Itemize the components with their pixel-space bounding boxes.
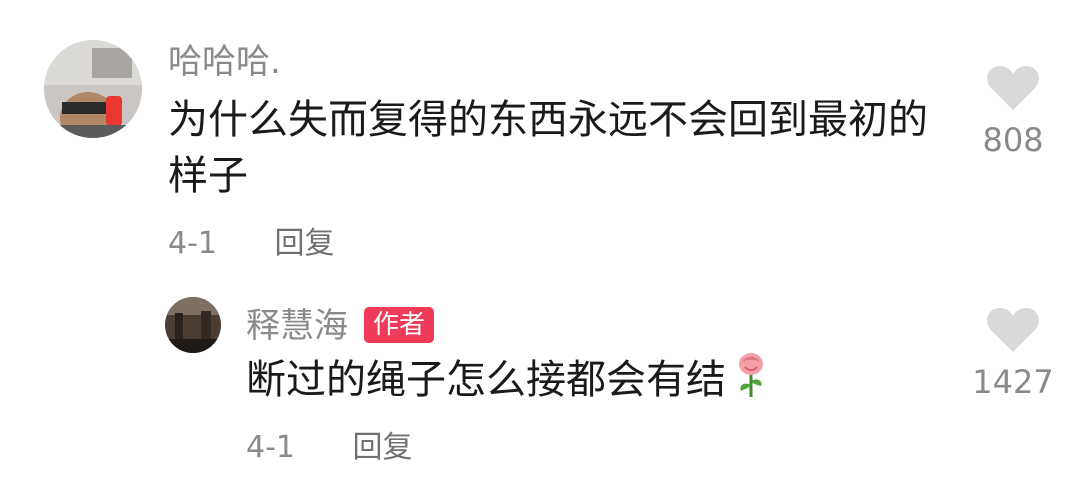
reply-username: 释慧海 作者 (246, 306, 435, 346)
like-control: 808 (958, 64, 1068, 158)
reply-meta: 4-1 回复 (246, 430, 413, 466)
reply-text: 断过的绳子怎么接都会有结 (246, 352, 946, 414)
reply-item: 释慧海 作者 断过的绳子怎么接都会有结 4-1 回复 1427 (0, 270, 1080, 502)
reply-username-text[interactable]: 释慧海 (246, 306, 348, 346)
comment-text: 为什么失而复得的东西永远不会回到最初的样子 (168, 97, 928, 199)
rose-icon (732, 353, 770, 414)
user-photo-avatar-icon (165, 297, 221, 353)
comment-item: 哈哈哈. 为什么失而复得的东西永远不会回到最初的样子 4-1 回复 808 (0, 0, 1080, 270)
reply-date: 4-1 (246, 430, 295, 465)
user-photo-avatar-icon (44, 40, 142, 138)
comment-meta: 4-1 回复 (168, 226, 335, 262)
like-control: 1427 (958, 306, 1068, 400)
like-count: 808 (982, 121, 1044, 159)
commenter-avatar[interactable] (44, 40, 142, 138)
author-badge: 作者 (364, 306, 435, 343)
reply-button[interactable]: 回复 (353, 430, 413, 465)
heart-icon[interactable] (986, 64, 1040, 112)
comment-date: 4-1 (168, 226, 217, 261)
heart-icon[interactable] (986, 306, 1040, 354)
reply-text-content: 断过的绳子怎么接都会有结 (246, 357, 726, 403)
reply-button[interactable]: 回复 (275, 226, 335, 261)
commenter-username[interactable]: 哈哈哈. (168, 42, 281, 82)
reply-avatar[interactable] (165, 297, 221, 353)
like-count: 1427 (972, 363, 1054, 401)
